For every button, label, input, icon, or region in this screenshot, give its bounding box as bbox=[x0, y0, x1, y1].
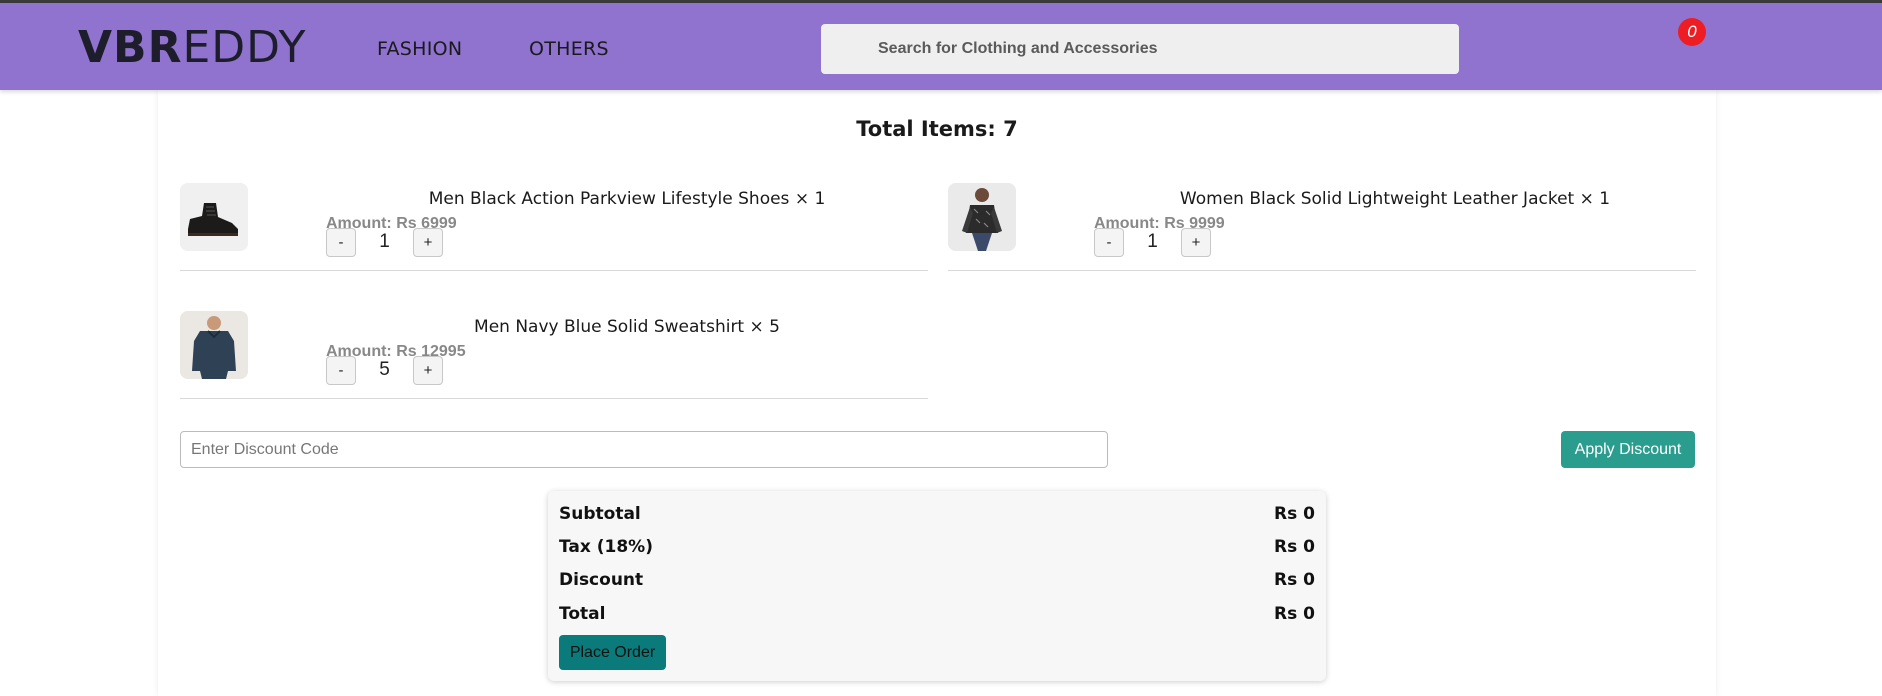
item-quantity: 1 bbox=[379, 231, 390, 252]
cart-panel: Total Items: 7 Men Black Action Parkview… bbox=[158, 90, 1716, 696]
cart-item: Men Navy Blue Solid Sweatshirt × 5 Amoun… bbox=[180, 311, 928, 399]
jacket-image bbox=[948, 183, 1016, 251]
nav-fashion-link[interactable]: FASHION bbox=[377, 38, 462, 60]
apply-discount-button[interactable]: Apply Discount bbox=[1561, 431, 1695, 468]
item-name: Men Black Action Parkview Lifestyle Shoe… bbox=[428, 189, 826, 209]
decrease-qty-button[interactable]: - bbox=[326, 228, 356, 257]
discount-code-input[interactable] bbox=[180, 431, 1108, 468]
summary-row-total: Total Rs 0 bbox=[559, 604, 1315, 630]
shoe-image bbox=[180, 183, 248, 251]
summary-label: Tax (18%) bbox=[559, 537, 653, 557]
item-name: Women Black Solid Lightweight Leather Ja… bbox=[1179, 189, 1611, 209]
summary-value: Rs 0 bbox=[1274, 537, 1315, 557]
logo-light-text: EDDY bbox=[182, 22, 307, 73]
decrease-qty-button[interactable]: - bbox=[1094, 228, 1124, 257]
summary-row-subtotal: Subtotal Rs 0 bbox=[559, 504, 1315, 530]
site-logo[interactable]: VBREDDY bbox=[78, 22, 307, 74]
logo-bold-text: VBR bbox=[78, 22, 183, 73]
top-header: VBREDDY FASHION OTHERS 0 bbox=[0, 0, 1882, 90]
sweatshirt-image bbox=[180, 311, 248, 379]
order-summary: Subtotal Rs 0 Tax (18%) Rs 0 Discount Rs… bbox=[548, 491, 1326, 681]
summary-label: Discount bbox=[559, 570, 644, 590]
cart-count-badge[interactable]: 0 bbox=[1678, 18, 1706, 46]
summary-value: Rs 0 bbox=[1274, 504, 1315, 524]
item-quantity: 5 bbox=[379, 359, 390, 380]
summary-label: Total bbox=[559, 604, 606, 624]
summary-label: Subtotal bbox=[559, 504, 641, 524]
item-quantity: 1 bbox=[1147, 231, 1158, 252]
increase-qty-button[interactable]: + bbox=[413, 356, 443, 385]
cart-item: Men Black Action Parkview Lifestyle Shoe… bbox=[180, 183, 928, 271]
summary-value: Rs 0 bbox=[1274, 604, 1315, 624]
total-items-heading: Total Items: 7 bbox=[856, 117, 1018, 141]
place-order-button[interactable]: Place Order bbox=[559, 635, 666, 670]
decrease-qty-button[interactable]: - bbox=[326, 356, 356, 385]
item-name: Men Navy Blue Solid Sweatshirt × 5 bbox=[474, 317, 780, 337]
summary-row-tax: Tax (18%) Rs 0 bbox=[559, 537, 1315, 563]
summary-row-discount: Discount Rs 0 bbox=[559, 570, 1315, 596]
increase-qty-button[interactable]: + bbox=[1181, 228, 1211, 257]
search-input[interactable] bbox=[821, 24, 1459, 74]
increase-qty-button[interactable]: + bbox=[413, 228, 443, 257]
summary-value: Rs 0 bbox=[1274, 570, 1315, 590]
cart-item: Women Black Solid Lightweight Leather Ja… bbox=[948, 183, 1696, 271]
nav-others-link[interactable]: OTHERS bbox=[529, 38, 609, 60]
